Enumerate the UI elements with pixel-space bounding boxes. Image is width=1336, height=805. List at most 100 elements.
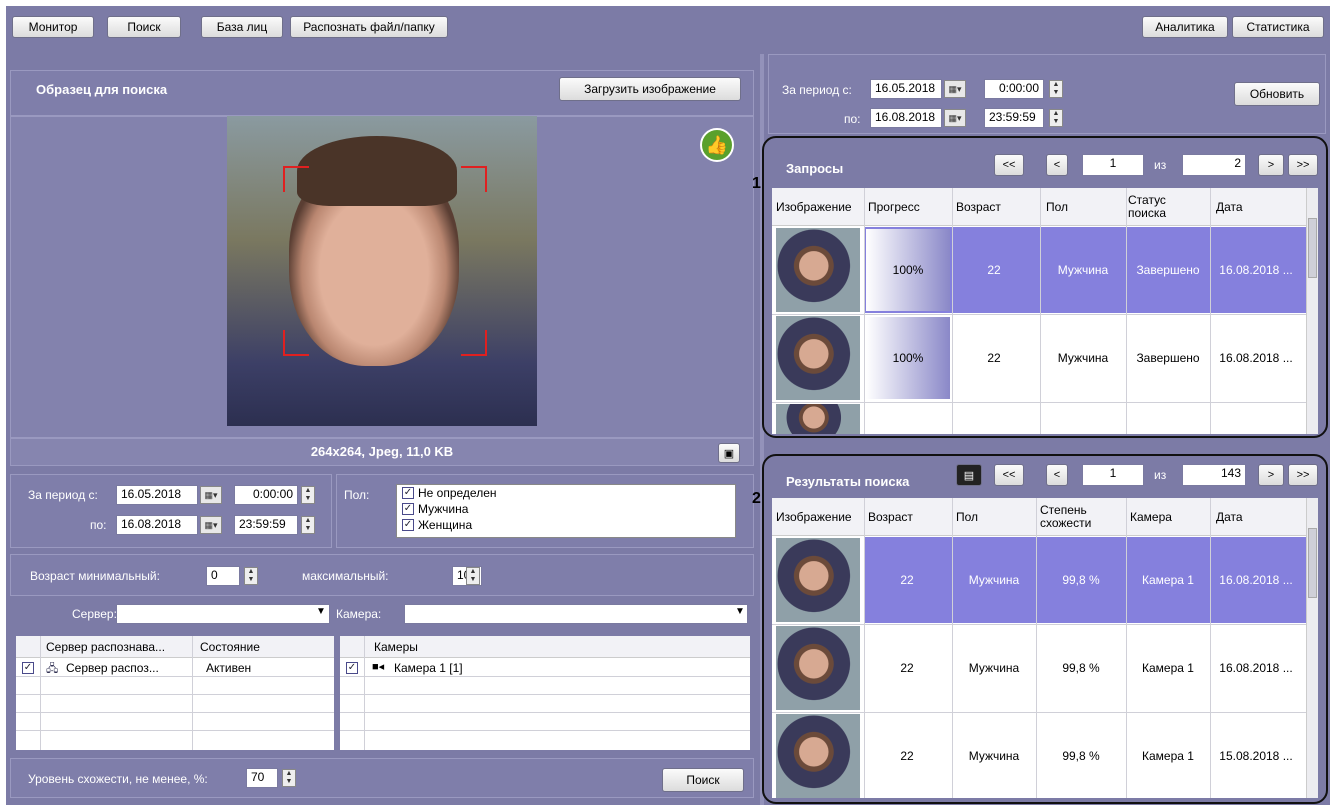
age-max-label: максимальный: xyxy=(302,569,389,583)
request-age: 22 xyxy=(987,350,1001,365)
result-date: 16.08.2018 ... xyxy=(1219,660,1293,675)
requests-of-label: из xyxy=(1154,158,1167,172)
spin-icon[interactable]: ▲ ▼ xyxy=(244,567,258,585)
request-date: 16.08.2018 ... xyxy=(1219,262,1293,277)
spin-icon[interactable]: ▲ ▼ xyxy=(301,486,315,504)
camera-select[interactable] xyxy=(404,604,748,624)
refresh-button[interactable]: Обновить xyxy=(1234,82,1320,106)
recognize-file-button[interactable]: Распознать файл/папку xyxy=(290,16,448,38)
search-tab-button[interactable]: Поиск xyxy=(107,16,181,38)
gender-undefined-checkbox[interactable]: ✓ xyxy=(402,487,414,499)
requests-scrollbar[interactable] xyxy=(1306,188,1318,434)
requests-title: Запросы xyxy=(786,161,844,176)
load-image-button[interactable]: Загрузить изображение xyxy=(559,77,741,101)
monitor-button[interactable]: Монитор xyxy=(12,16,94,38)
chevron-down-icon[interactable]: ▼ xyxy=(735,606,745,617)
server-label: Сервер: xyxy=(72,607,117,621)
request-progress: 100% xyxy=(892,350,924,365)
left-to-date-input[interactable]: 16.08.2018 xyxy=(116,515,198,535)
chevron-down-icon[interactable]: ▼ xyxy=(316,606,326,617)
cameras-col-header: Камеры xyxy=(374,639,418,654)
right-from-time-input[interactable]: 0:00:00 xyxy=(984,79,1044,99)
right-period-to-label: по: xyxy=(844,112,861,126)
statistics-button[interactable]: Статистика xyxy=(1232,16,1324,38)
requests-col-progress: Прогресс xyxy=(868,199,920,214)
age-min-input[interactable]: 0 xyxy=(206,566,240,586)
calendar-icon[interactable]: ▦▾ xyxy=(944,80,966,98)
result-thumbnail xyxy=(776,538,860,622)
request-thumbnail xyxy=(776,404,860,434)
result-thumbnail xyxy=(776,626,860,710)
results-page-input[interactable]: 1 xyxy=(1082,464,1144,486)
results-next-page[interactable]: > xyxy=(1258,464,1284,486)
left-from-time-input[interactable]: 0:00:00 xyxy=(234,485,298,505)
gender-male-label: Мужчина xyxy=(418,502,469,516)
result-date: 16.08.2018 ... xyxy=(1219,572,1293,587)
results-scrollbar[interactable] xyxy=(1306,498,1318,798)
camera-row-checkbox[interactable]: ✓ xyxy=(346,662,358,674)
requests-next-page[interactable]: > xyxy=(1258,154,1284,176)
result-age: 22 xyxy=(900,572,914,587)
server-col-state: Состояние xyxy=(200,639,260,654)
result-age: 22 xyxy=(900,660,914,675)
calendar-icon[interactable]: ▦▾ xyxy=(200,486,222,504)
requests-total: 2 xyxy=(1182,154,1246,176)
left-to-time-input[interactable]: 23:59:59 xyxy=(234,515,298,535)
facebase-button[interactable]: База лиц xyxy=(201,16,283,38)
requests-prev-page[interactable]: < xyxy=(1046,154,1068,176)
requests-page-input[interactable]: 1 xyxy=(1082,154,1144,176)
results-last-page[interactable]: >> xyxy=(1288,464,1318,486)
sample-title: Образец для поиска xyxy=(36,82,168,97)
similarity-input[interactable]: 70 xyxy=(246,768,278,788)
spin-icon[interactable]: ▲ ▼ xyxy=(1049,109,1063,127)
server-row-checkbox[interactable]: ✓ xyxy=(22,662,34,674)
right-to-time-input[interactable]: 23:59:59 xyxy=(984,108,1044,128)
analytics-button[interactable]: Аналитика xyxy=(1142,16,1228,38)
request-status: Завершено xyxy=(1136,262,1200,277)
server-grid: Сервер распознава... Состояние ✓ 🖧 Серве… xyxy=(16,636,334,750)
results-prev-page[interactable]: < xyxy=(1046,464,1068,486)
server-row-name[interactable]: Сервер распоз... xyxy=(66,661,159,675)
results-col-image: Изображение xyxy=(776,509,852,524)
right-period-from-label: За период с: xyxy=(782,83,852,97)
gender-label: Пол: xyxy=(344,488,370,502)
server-row-state: Активен xyxy=(206,661,252,675)
gender-male-checkbox[interactable]: ✓ xyxy=(402,503,414,515)
print-icon[interactable]: ▤ xyxy=(956,464,982,486)
camera-icon: ■◂ xyxy=(372,661,385,673)
camera-row-name[interactable]: Камера 1 [1] xyxy=(394,661,463,675)
results-first-page[interactable]: << xyxy=(994,464,1024,486)
result-camera: Камера 1 xyxy=(1142,748,1194,763)
spin-icon[interactable]: ▲ ▼ xyxy=(301,516,315,534)
spin-icon[interactable]: ▲ ▼ xyxy=(466,567,480,585)
results-of-label: из xyxy=(1154,468,1167,482)
requests-col-gender: Пол xyxy=(1046,199,1069,214)
requests-last-page[interactable]: >> xyxy=(1288,154,1318,176)
cameras-grid: Камеры ✓ ■◂ Камера 1 [1] xyxy=(340,636,750,750)
right-from-date-input[interactable]: 16.05.2018 xyxy=(870,79,942,99)
spin-icon[interactable]: ▲ ▼ xyxy=(1049,80,1063,98)
gender-female-checkbox[interactable]: ✓ xyxy=(402,519,414,531)
requests-col-image: Изображение xyxy=(776,199,852,214)
spin-icon[interactable]: ▲ ▼ xyxy=(282,769,296,787)
callout-1: 1 xyxy=(752,175,761,192)
result-age: 22 xyxy=(900,748,914,763)
result-camera: Камера 1 xyxy=(1142,660,1194,675)
right-to-date-input[interactable]: 16.08.2018 xyxy=(870,108,942,128)
request-gender: Мужчина xyxy=(1057,262,1109,277)
calendar-icon[interactable]: ▦▾ xyxy=(200,516,222,534)
search-button[interactable]: Поиск xyxy=(662,768,744,792)
calendar-icon[interactable]: ▦▾ xyxy=(944,109,966,127)
requests-first-page[interactable]: << xyxy=(994,154,1024,176)
results-col-gender: Пол xyxy=(956,509,979,524)
result-gender: Мужчина xyxy=(968,660,1020,675)
results-total: 143 xyxy=(1182,464,1246,486)
result-camera: Камера 1 xyxy=(1142,572,1194,587)
save-image-icon[interactable]: ▣ xyxy=(718,443,740,463)
request-thumbnail xyxy=(776,228,860,312)
left-from-date-input[interactable]: 16.05.2018 xyxy=(116,485,198,505)
server-icon: 🖧 xyxy=(46,663,59,675)
app-window: Монитор Поиск База лиц Распознать файл/п… xyxy=(6,6,1330,805)
thumbs-up-icon: 👍 xyxy=(700,128,734,162)
server-select[interactable] xyxy=(116,604,330,624)
